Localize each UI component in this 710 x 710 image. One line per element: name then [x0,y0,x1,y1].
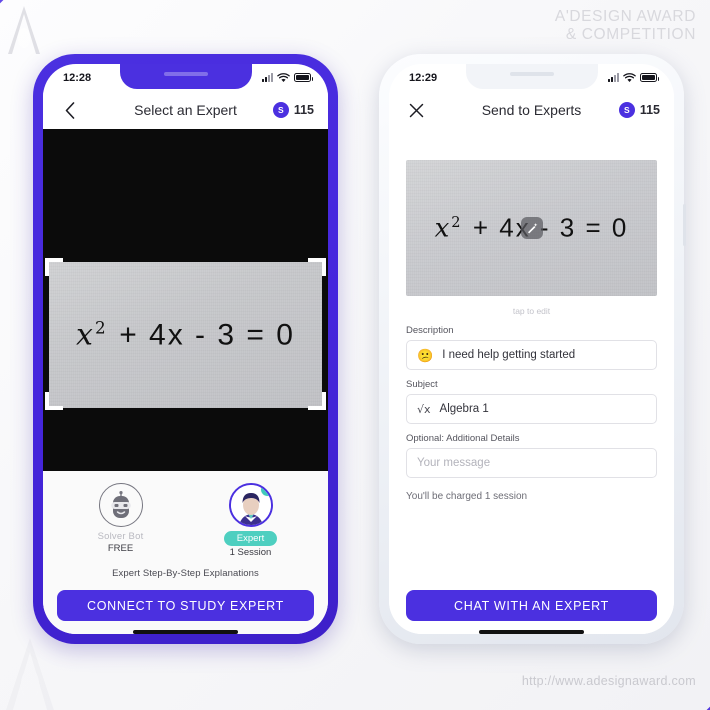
a-design-logo-watermark-icon [6,638,54,710]
expert-options-panel: Solver Bot FREE i Expert 1 Session Exper… [43,471,328,634]
subject-label: Subject [406,379,438,390]
poster-canvas: A'DESIGN AWARD & COMPETITION http://www.… [0,0,710,710]
tap-to-edit-hint: tap to edit [512,306,551,316]
panel-caption: Expert Step-By-Step Explanations [112,568,259,579]
battery-icon [640,73,659,82]
equation-exponent: 2 [94,317,108,338]
additional-details-placeholder: Your message [417,457,491,469]
equation-base: x [434,213,452,244]
expert-person-icon: i [228,483,273,527]
award-title-line2: & COMPETITION [565,26,696,44]
connect-to-study-expert-button[interactable]: CONNECT TO STUDY EXPERT [57,590,314,621]
back-button[interactable] [57,97,83,123]
option-solver-bot[interactable]: Solver Bot FREE [84,483,158,558]
robot-glyph-icon [110,491,131,518]
nav-bar-right: Send to Experts S 115 [389,91,674,129]
nav-bar-left: Select an Expert S 115 [43,91,328,129]
award-title-line1: A'DESIGN AWARD [554,8,696,25]
crop-bracket-bottom-right [308,392,326,410]
info-badge-icon[interactable]: i [259,485,271,497]
options-row: Solver Bot FREE i Expert 1 Session [84,483,288,558]
a-design-logo-icon [8,6,40,54]
speaker-grille-icon [163,72,208,76]
equation-rest: + 4x - 3 = 0 [119,318,295,352]
cellular-signal-icon [262,73,273,82]
charge-note: You'll be charged 1 session [406,491,528,502]
magic-wand-icon [528,222,538,233]
phone-notch [119,64,252,89]
wifi-icon [623,72,636,82]
credits-indicator[interactable]: S 115 [272,102,314,118]
crop-bracket-bottom-left [45,392,63,410]
camera-viewfinder[interactable]: x2 + 4x - 3 = 0 [43,129,328,471]
screen-select-expert: 12:28 Select an Expert S 115 x2 + 4x - 3… [43,64,328,634]
description-value: I need help getting started [442,349,576,361]
credits-indicator[interactable]: S 115 [618,102,660,118]
credit-badge-icon: S [618,102,635,118]
magic-wand-button[interactable] [520,217,543,239]
crop-bracket-top-right [308,258,326,276]
screen-send-to-experts: 12:29 Send to Experts S 115 x2 + 4x - 3 … [389,64,674,634]
equation-exponent: 2 [451,213,463,231]
cta-container: CHAT WITH AN EXPERT [406,579,657,634]
status-time: 12:29 [409,71,438,84]
confused-face-emoji: 😕 [417,347,434,363]
robot-icon [98,483,143,527]
credit-count: 115 [639,103,660,117]
chevron-left-icon [65,101,75,119]
additional-details-input[interactable]: Your message [406,448,657,478]
option-label-expert: Expert [223,531,278,546]
status-time: 12:28 [63,71,92,84]
site-url: http://www.adesignaward.com [521,674,696,688]
captured-equation-image: x2 + 4x - 3 = 0 [49,262,322,408]
option-label-solver-bot: Solver Bot [97,531,144,542]
close-x-icon [409,103,423,117]
description-input[interactable]: 😕 I need help getting started [406,340,657,370]
credit-count: 115 [293,103,314,117]
phone-left: 12:28 Select an Expert S 115 x2 + 4x - 3… [33,54,338,644]
phone-notch [465,64,598,89]
option-sub-solver-bot: FREE [107,543,134,554]
description-label: Description [406,325,454,336]
subject-select[interactable]: √x Algebra 1 [406,394,657,424]
status-icons [262,72,313,83]
cellular-signal-icon [608,73,619,82]
home-indicator [133,630,238,634]
credit-badge-icon: S [272,102,289,118]
equation-base: x [76,317,95,353]
phone-right: 12:29 Send to Experts S 115 x2 + 4x - 3 … [379,54,686,644]
additional-details-label: Optional: Additional Details [406,433,520,444]
chat-with-an-expert-button[interactable]: CHAT WITH AN EXPERT [406,590,657,621]
square-root-icon: √x [417,402,431,416]
send-to-experts-form: x2 + 4x - 3 = 0 tap to edit Description … [389,129,674,634]
status-icons [608,72,659,83]
wifi-icon [277,72,290,82]
subject-value: Algebra 1 [439,403,489,415]
home-indicator [479,630,584,634]
award-title: A'DESIGN AWARD & COMPETITION [555,8,696,45]
battery-icon [294,73,313,82]
option-expert[interactable]: i Expert 1 Session [214,483,288,558]
problem-photo[interactable]: x2 + 4x - 3 = 0 [406,160,657,296]
equation-text: x2 + 4x - 3 = 0 [49,318,322,353]
speaker-grille-icon [509,72,554,76]
close-button[interactable] [403,97,429,123]
equation-rest: + 4x - 3 = 0 [472,212,629,243]
option-sub-expert: 1 Session [229,547,272,558]
crop-bracket-top-left [45,258,63,276]
